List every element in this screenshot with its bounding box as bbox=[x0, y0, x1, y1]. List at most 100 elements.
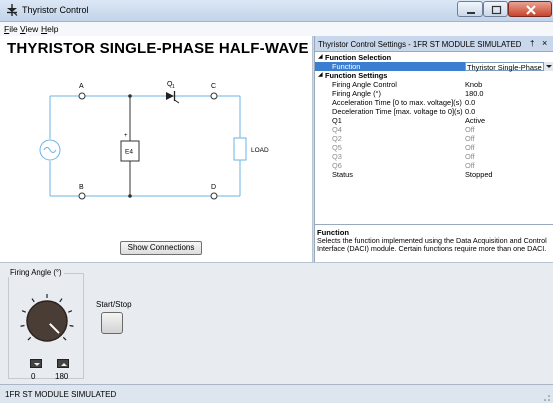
property-value: Stopped bbox=[465, 170, 493, 179]
property-value: Off bbox=[465, 134, 475, 143]
minimize-icon bbox=[467, 12, 475, 14]
property-row[interactable]: Deceleration Time [max. voltage to 0](s)… bbox=[315, 107, 553, 116]
property-value[interactable]: 0.0 bbox=[465, 98, 475, 107]
node-d-label: D bbox=[211, 184, 216, 191]
property-row-function[interactable]: Function Thyristor Single-Phase Ha bbox=[315, 62, 553, 72]
property-row[interactable]: Acceleration Time [0 to max. voltage](s)… bbox=[315, 98, 553, 107]
property-row: Q2 Off bbox=[315, 134, 553, 143]
property-row: Q3 Off bbox=[315, 152, 553, 161]
node-c bbox=[210, 92, 218, 100]
decrease-button[interactable] bbox=[30, 359, 42, 368]
increase-button[interactable] bbox=[57, 359, 69, 368]
property-key: Firing Angle Control bbox=[332, 80, 397, 89]
knob-body[interactable] bbox=[26, 300, 68, 342]
property-row[interactable]: Q1 Active bbox=[315, 116, 553, 125]
property-row: Q6 Off bbox=[315, 161, 553, 170]
maximize-button[interactable] bbox=[483, 1, 508, 17]
collapse-arrow-icon[interactable]: ◢ bbox=[318, 53, 323, 62]
property-value[interactable]: 180.0 bbox=[465, 89, 484, 98]
property-row[interactable]: Firing Angle Control Knob bbox=[315, 80, 553, 89]
start-stop-button[interactable] bbox=[101, 312, 123, 334]
close-icon bbox=[526, 5, 536, 15]
circuit-diagram: A C B D Q 1 E4 + LOAD bbox=[39, 81, 269, 200]
show-connections-button[interactable]: Show Connections bbox=[120, 241, 202, 255]
property-key: Q3 bbox=[332, 152, 342, 161]
max-value-label: 180 bbox=[55, 372, 69, 381]
node-b bbox=[78, 192, 86, 200]
property-value[interactable]: Active bbox=[465, 116, 485, 125]
category-label: Function Settings bbox=[325, 71, 388, 80]
knob-tick bbox=[31, 298, 35, 303]
diagram-panel: THYRISTOR SINGLE-PHASE HALF-WAVE REC A C… bbox=[0, 36, 345, 262]
resize-grip-icon[interactable] bbox=[543, 394, 551, 402]
menu-file[interactable]: File bbox=[4, 24, 18, 34]
load-label: LOAD bbox=[251, 147, 269, 154]
settings-panel: Thyristor Control Settings - 1FR ST MODU… bbox=[314, 36, 553, 262]
e4-label: E4 bbox=[125, 149, 133, 156]
category-function-settings[interactable]: ◢ Function Settings bbox=[315, 71, 553, 80]
up-arrow-icon bbox=[61, 363, 67, 366]
menu-help[interactable]: Help bbox=[41, 24, 58, 34]
dropdown-arrow-icon[interactable] bbox=[543, 62, 553, 71]
property-row[interactable]: Firing Angle (°) 180.0 bbox=[315, 89, 553, 98]
property-value: Off bbox=[465, 161, 475, 170]
property-key: Acceleration Time [0 to max. voltage](s) bbox=[332, 98, 462, 107]
node-d bbox=[210, 192, 218, 200]
maximize-icon bbox=[491, 5, 502, 15]
node-b-label: B bbox=[79, 184, 84, 191]
minimize-button[interactable] bbox=[457, 1, 483, 17]
menu-bar: File View Help bbox=[0, 22, 553, 36]
firing-angle-group: 0 180 bbox=[8, 273, 84, 381]
firing-angle-knob[interactable] bbox=[19, 286, 75, 356]
property-key: Status bbox=[332, 170, 353, 179]
knob-tick bbox=[68, 310, 73, 313]
q1-subscript: 1 bbox=[172, 84, 175, 90]
knob-tick bbox=[21, 310, 26, 313]
property-key: Function bbox=[332, 62, 361, 71]
description-text: Selects the function implemented using t… bbox=[317, 236, 547, 254]
control-panel: 0 180 Firing Angle (°) Start/Stop bbox=[0, 262, 553, 384]
knob-tick bbox=[59, 298, 63, 303]
property-key: Q4 bbox=[332, 125, 342, 134]
circuit-wires bbox=[49, 95, 241, 197]
property-value[interactable]: 0.0 bbox=[465, 107, 475, 116]
ac-source-icon bbox=[39, 139, 61, 161]
settings-header-title: Thyristor Control Settings - 1FR ST MODU… bbox=[318, 40, 522, 49]
property-row: Status Stopped bbox=[315, 170, 553, 179]
window-title: Thyristor Control bbox=[22, 5, 89, 15]
min-value-label: 0 bbox=[31, 372, 36, 381]
property-value[interactable]: Knob bbox=[465, 80, 482, 89]
title-bar: Thyristor Control bbox=[0, 0, 553, 22]
property-row: Q5 Off bbox=[315, 143, 553, 152]
knob-tick bbox=[69, 324, 74, 327]
pin-icon[interactable]: † bbox=[530, 39, 534, 48]
property-key: Q1 bbox=[332, 116, 342, 125]
start-stop-label: Start/Stop bbox=[96, 300, 132, 309]
status-bar: 1FR ST MODULE SIMULATED bbox=[0, 384, 553, 403]
property-value: Off bbox=[465, 152, 475, 161]
knob-tick bbox=[27, 336, 32, 341]
close-button[interactable] bbox=[508, 1, 552, 17]
category-label: Function Selection bbox=[325, 53, 392, 62]
property-description: Function Selects the function implemente… bbox=[315, 224, 553, 262]
junction-bottom bbox=[128, 194, 132, 198]
firing-angle-label: Firing Angle (°) bbox=[8, 268, 64, 277]
property-key: Firing Angle (°) bbox=[332, 89, 381, 98]
e4-polarity-mark: + bbox=[124, 133, 128, 139]
down-arrow-icon bbox=[34, 363, 40, 366]
property-value: Off bbox=[465, 125, 475, 134]
panel-close-icon[interactable]: × bbox=[542, 38, 547, 48]
thyristor-q1-icon bbox=[166, 91, 180, 104]
property-row: Q4 Off bbox=[315, 125, 553, 134]
category-function-selection[interactable]: ◢ Function Selection bbox=[315, 53, 553, 62]
function-select[interactable]: Thyristor Single-Phase Ha bbox=[465, 62, 553, 72]
menu-view[interactable]: View bbox=[20, 24, 38, 34]
collapse-arrow-icon[interactable]: ◢ bbox=[318, 71, 323, 80]
settings-header: Thyristor Control Settings - 1FR ST MODU… bbox=[315, 36, 553, 52]
node-a bbox=[78, 92, 86, 100]
node-a-label: A bbox=[79, 83, 84, 90]
property-key: Deceleration Time [max. voltage to 0](s) bbox=[332, 107, 463, 116]
knob-tick bbox=[20, 324, 25, 327]
junction-top bbox=[128, 94, 132, 98]
property-key: Q5 bbox=[332, 143, 342, 152]
